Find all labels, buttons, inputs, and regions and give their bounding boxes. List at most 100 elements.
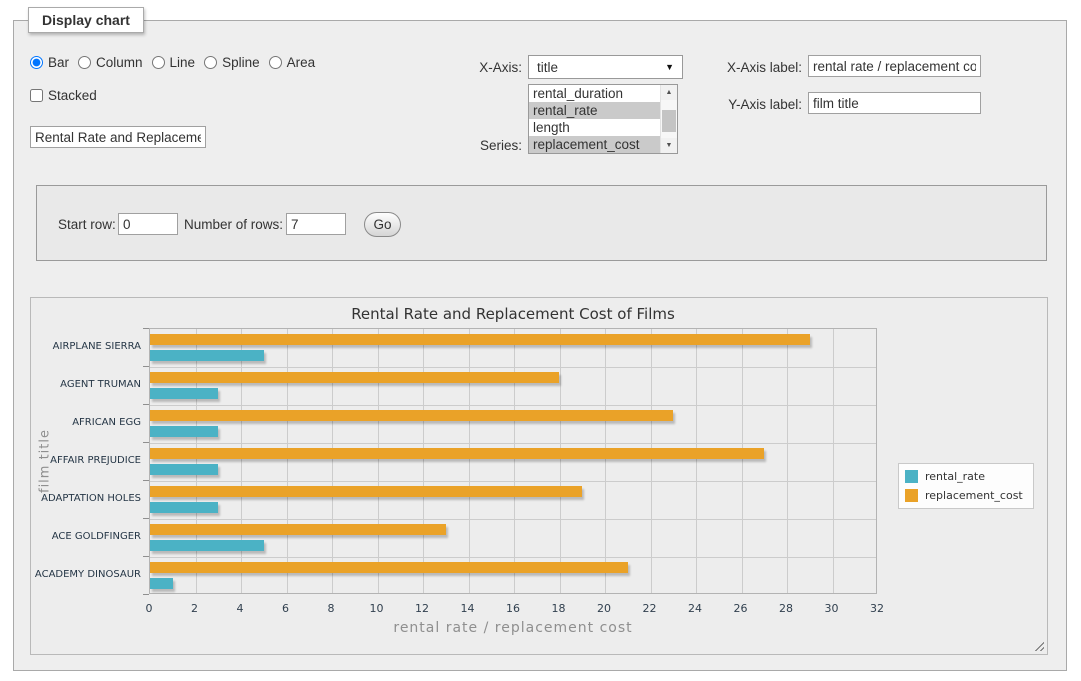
legend-entry-rental_rate: rental_rate [905, 470, 1023, 483]
series-option-length[interactable]: length [529, 119, 660, 136]
y-axis-tick-mark [143, 556, 149, 557]
chart-type-radio-column[interactable] [78, 56, 91, 69]
rows-panel: Start row: Number of rows: Go [36, 185, 1047, 261]
legend-label: rental_rate [925, 470, 985, 483]
chart-type-option-line[interactable]: Line [152, 55, 196, 70]
y-axis-tick-mark [143, 442, 149, 443]
chart-type-label: Area [287, 55, 316, 70]
chart-legend: rental_rate replacement_cost [898, 463, 1034, 509]
y-category-label: AGENT TRUMAN [31, 379, 141, 391]
y-axis-label-input[interactable] [808, 92, 981, 114]
series-option-replacement_cost[interactable]: replacement_cost [529, 136, 660, 153]
chart-type-option-spline[interactable]: Spline [204, 55, 260, 70]
chart-title-input[interactable] [30, 126, 206, 148]
scrollbar-track[interactable] [661, 100, 677, 138]
bar-replacement_cost-airplane-sierra [150, 334, 810, 345]
y-axis-tick-mark [143, 594, 149, 595]
gridline-vertical [332, 329, 333, 593]
x-axis-select[interactable]: title ▼ [528, 55, 683, 79]
bar-rental_rate-adaptation-holes [150, 502, 218, 513]
gridline-vertical [287, 329, 288, 593]
gridline-horizontal [150, 481, 876, 482]
x-tick-label: 22 [630, 602, 670, 615]
gridline-vertical [196, 329, 197, 593]
x-tick-label: 4 [220, 602, 260, 615]
x-axis-select-value: title [537, 60, 558, 75]
bar-replacement_cost-african-egg [150, 410, 673, 421]
x-tick-label: 6 [266, 602, 306, 615]
scroll-down-icon[interactable]: ▼ [661, 138, 677, 153]
bar-replacement_cost-ace-goldfinger [150, 524, 446, 535]
chart-type-option-column[interactable]: Column [78, 55, 143, 70]
gridline-vertical [469, 329, 470, 593]
x-tick-label: 2 [175, 602, 215, 615]
x-tick-label: 10 [357, 602, 397, 615]
stacked-checkbox-row[interactable]: Stacked [30, 88, 97, 103]
chart-type-option-bar[interactable]: Bar [30, 55, 69, 70]
gridline-horizontal [150, 367, 876, 368]
gridline-vertical [378, 329, 379, 593]
x-axis-title: rental rate / replacement cost [149, 620, 877, 636]
y-axis-label-field-label: Y-Axis label: [710, 97, 802, 112]
chart-type-label: Bar [48, 55, 69, 70]
stacked-checkbox[interactable] [30, 89, 43, 102]
x-tick-label: 8 [311, 602, 351, 615]
listbox-scrollbar[interactable]: ▲ ▼ [660, 85, 677, 153]
bar-rental_rate-ace-goldfinger [150, 540, 264, 551]
series-list-label: Series: [430, 138, 522, 153]
plot-area [149, 328, 877, 594]
gridline-vertical [241, 329, 242, 593]
x-tick-label: 12 [402, 602, 442, 615]
scrollbar-thumb[interactable] [662, 110, 676, 132]
scroll-up-icon[interactable]: ▲ [661, 85, 677, 100]
series-option-rental_duration[interactable]: rental_duration [529, 85, 660, 102]
y-category-label: AIRPLANE SIERRA [31, 341, 141, 353]
gridline-vertical [833, 329, 834, 593]
chart-type-radio-area[interactable] [269, 56, 282, 69]
x-tick-label: 18 [539, 602, 579, 615]
bar-replacement_cost-affair-prejudice [150, 448, 764, 459]
bar-rental_rate-affair-prejudice [150, 464, 218, 475]
x-tick-label: 32 [857, 602, 897, 615]
legend-swatch-icon [905, 470, 918, 483]
series-option-rental_rate[interactable]: rental_rate [529, 102, 660, 119]
legend-swatch-icon [905, 489, 918, 502]
chart-title: Rental Rate and Replacement Cost of Film… [149, 305, 877, 323]
bar-replacement_cost-agent-truman [150, 372, 559, 383]
start-row-input[interactable] [118, 213, 178, 235]
chart-container: Rental Rate and Replacement Cost of Film… [30, 297, 1048, 655]
number-of-rows-label: Number of rows: [184, 217, 283, 232]
chart-type-label: Column [96, 55, 143, 70]
gridline-vertical [560, 329, 561, 593]
legend-entry-replacement_cost: replacement_cost [905, 489, 1023, 502]
x-tick-label: 30 [812, 602, 852, 615]
go-button[interactable]: Go [364, 212, 401, 237]
bar-rental_rate-airplane-sierra [150, 350, 264, 361]
bar-replacement_cost-adaptation-holes [150, 486, 582, 497]
x-tick-label: 0 [129, 602, 169, 615]
resize-grip-icon[interactable] [1032, 639, 1044, 651]
x-axis-label-input[interactable] [808, 55, 981, 77]
panel-title: Display chart [28, 7, 144, 33]
gridline-vertical [651, 329, 652, 593]
gridline-horizontal [150, 519, 876, 520]
x-tick-label: 14 [448, 602, 488, 615]
x-axis-label-field-label: X-Axis label: [710, 60, 802, 75]
bar-rental_rate-african-egg [150, 426, 218, 437]
series-listbox[interactable]: rental_durationrental_ratelengthreplacem… [528, 84, 678, 154]
chart-type-radio-group: Bar Column Line Spline Area [30, 55, 324, 70]
x-tick-label: 16 [493, 602, 533, 615]
number-of-rows-input[interactable] [286, 213, 346, 235]
chevron-down-icon: ▼ [665, 62, 674, 72]
chart-type-radio-spline[interactable] [204, 56, 217, 69]
gridline-horizontal [150, 557, 876, 558]
chart-type-radio-bar[interactable] [30, 56, 43, 69]
bar-rental_rate-academy-dinosaur [150, 578, 173, 589]
y-category-label: ACADEMY DINOSAUR [31, 569, 141, 581]
y-axis-tick-mark [143, 366, 149, 367]
chart-type-radio-line[interactable] [152, 56, 165, 69]
chart-type-label: Line [170, 55, 196, 70]
bar-rental_rate-agent-truman [150, 388, 218, 399]
chart-type-option-area[interactable]: Area [269, 55, 316, 70]
y-category-label: ADAPTATION HOLES [31, 493, 141, 505]
